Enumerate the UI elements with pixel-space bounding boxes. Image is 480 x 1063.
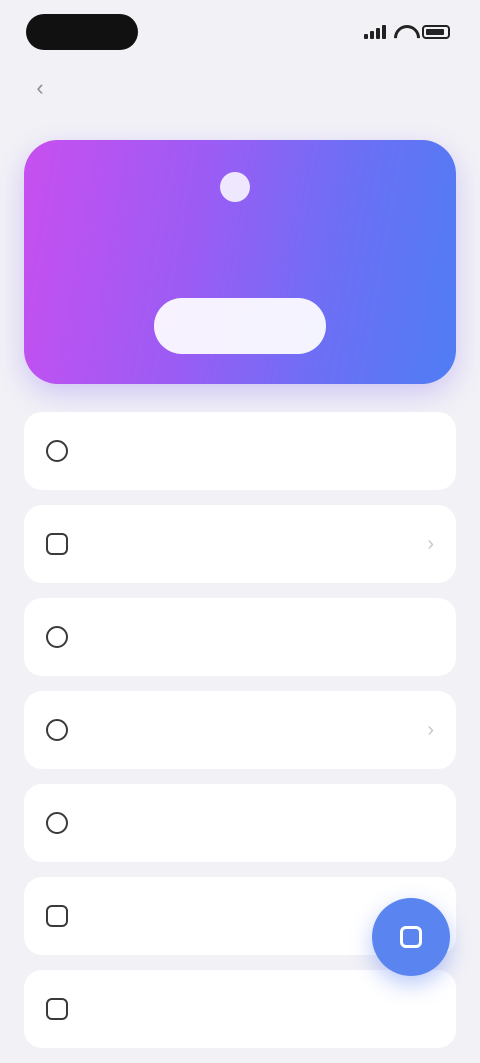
menu-item-icon (46, 626, 68, 648)
menu-item-4[interactable]: › (24, 691, 456, 769)
hero-card (24, 140, 456, 384)
wifi-icon (394, 25, 414, 39)
menu-item-icon (46, 719, 68, 741)
menu-item-icon (46, 905, 68, 927)
menu-item-7[interactable] (24, 970, 456, 1048)
chevron-right-icon: › (427, 718, 434, 741)
signal-icon (364, 25, 386, 39)
menu-item-icon (46, 533, 68, 555)
chevron-left-icon[interactable]: ‹ (30, 77, 50, 99)
menu-item-icon (46, 998, 68, 1020)
compose-icon (400, 926, 422, 948)
menu-item-1[interactable] (24, 412, 456, 490)
status-icons (364, 25, 450, 39)
hero-icon (220, 172, 250, 202)
hero-action-button[interactable] (154, 298, 326, 354)
menu-item-2[interactable]: › (24, 505, 456, 583)
floating-action-button[interactable] (372, 898, 450, 976)
chevron-right-icon: › (427, 532, 434, 555)
menu-item-5[interactable] (24, 784, 456, 862)
battery-icon (422, 25, 450, 39)
status-bar (0, 0, 480, 64)
status-time (26, 14, 138, 50)
menu-item-icon (46, 440, 68, 462)
menu-item-icon (46, 812, 68, 834)
menu-item-3[interactable] (24, 598, 456, 676)
hero-header (24, 170, 456, 204)
navigation-bar: ‹ (0, 64, 480, 112)
